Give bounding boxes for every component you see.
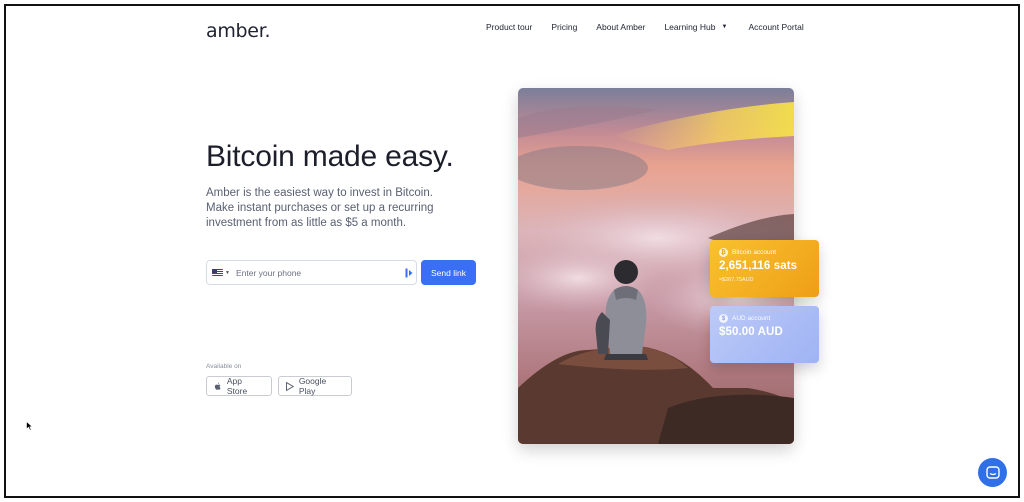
app-store-label: App Store bbox=[226, 376, 248, 396]
hero-subtitle: Amber is the easiest way to invest in Bi… bbox=[206, 187, 434, 229]
mouse-cursor-icon bbox=[26, 421, 33, 431]
apple-icon bbox=[214, 381, 221, 390]
google-play-button[interactable]: Google Play bbox=[278, 376, 352, 396]
nav-account-portal[interactable]: Account Portal bbox=[748, 22, 803, 32]
nav-label: Product tour bbox=[486, 22, 533, 32]
chat-launcher-button[interactable] bbox=[978, 458, 1007, 487]
hero-title: Bitcoin made easy. bbox=[206, 140, 454, 173]
amber-logo[interactable]: amber. bbox=[206, 20, 271, 42]
main-nav: Product tour Pricing About Amber Learnin… bbox=[486, 22, 823, 32]
us-flag-icon[interactable] bbox=[212, 269, 223, 276]
bitcoin-account-card: ₿ Bitcoin account 2,651,116 sats ≈$267.7… bbox=[710, 240, 819, 297]
nav-learning-hub[interactable]: Learning Hub ▼ bbox=[664, 22, 727, 32]
nav-pricing[interactable]: Pricing bbox=[551, 22, 577, 32]
autofill-icon[interactable] bbox=[405, 268, 413, 278]
phone-input[interactable] bbox=[235, 267, 396, 278]
google-play-label: Google Play bbox=[298, 376, 327, 396]
bitcoin-balance: 2,651,116 sats bbox=[719, 260, 798, 272]
nav-label: Learning Hub bbox=[664, 22, 716, 32]
nav-label: Pricing bbox=[551, 22, 578, 32]
nav-product-tour[interactable]: Product tour bbox=[486, 22, 532, 32]
chevron-down-icon: ▼ bbox=[721, 24, 728, 30]
bitcoin-card-title: Bitcoin account bbox=[732, 249, 777, 256]
play-store-icon bbox=[286, 381, 294, 391]
nav-label: Account Portal bbox=[748, 22, 804, 32]
aud-card-title: AUD account bbox=[732, 315, 771, 322]
aud-balance: $50.00 AUD bbox=[719, 326, 783, 338]
send-link-button[interactable]: Send link bbox=[421, 260, 476, 285]
nav-label: About Amber bbox=[596, 22, 646, 32]
country-dropdown-icon[interactable]: ▼ bbox=[225, 270, 230, 276]
phone-field: ▼ bbox=[206, 260, 417, 285]
chat-icon bbox=[985, 465, 1000, 479]
bitcoin-fiat-value: ≈$267.75AUD bbox=[719, 277, 754, 283]
available-on-label: Available on bbox=[206, 363, 242, 370]
dollar-icon: $ bbox=[719, 314, 728, 323]
bitcoin-icon: ₿ bbox=[719, 248, 728, 257]
browser-frame: amber. Product tour Pricing About Amber … bbox=[4, 4, 1020, 498]
aud-account-card: $ AUD account $50.00 AUD bbox=[710, 306, 819, 363]
app-store-button[interactable]: App Store bbox=[206, 376, 272, 396]
nav-about-amber[interactable]: About Amber bbox=[596, 22, 645, 32]
